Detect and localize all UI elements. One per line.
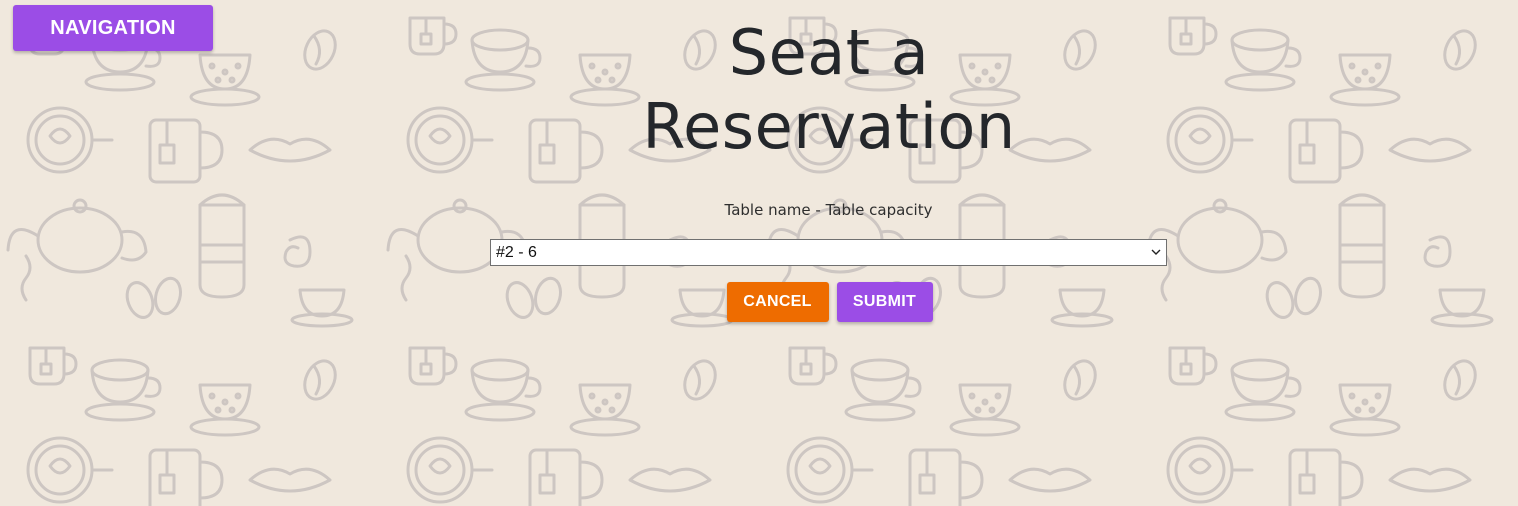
page-title-line-2: Reservation — [642, 90, 1016, 163]
cancel-button[interactable]: CANCEL — [726, 282, 829, 322]
page-title-line-1: Seat a — [728, 16, 930, 89]
form-actions: CANCEL SUBMIT — [490, 282, 1167, 322]
table-select-value: #2 - 6 — [496, 244, 537, 261]
submit-button[interactable]: SUBMIT — [836, 282, 933, 322]
navigation-button[interactable]: NAVIGATION — [13, 5, 213, 51]
page-title: Seat a Reservation — [559, 16, 1099, 164]
chevron-down-icon — [1151, 249, 1161, 255]
seat-reservation-form: Table name - Table capacity #2 - 6 CANCE… — [490, 200, 1167, 322]
table-select[interactable]: #2 - 6 — [490, 239, 1167, 266]
table-select-label: Table name - Table capacity — [724, 201, 933, 219]
